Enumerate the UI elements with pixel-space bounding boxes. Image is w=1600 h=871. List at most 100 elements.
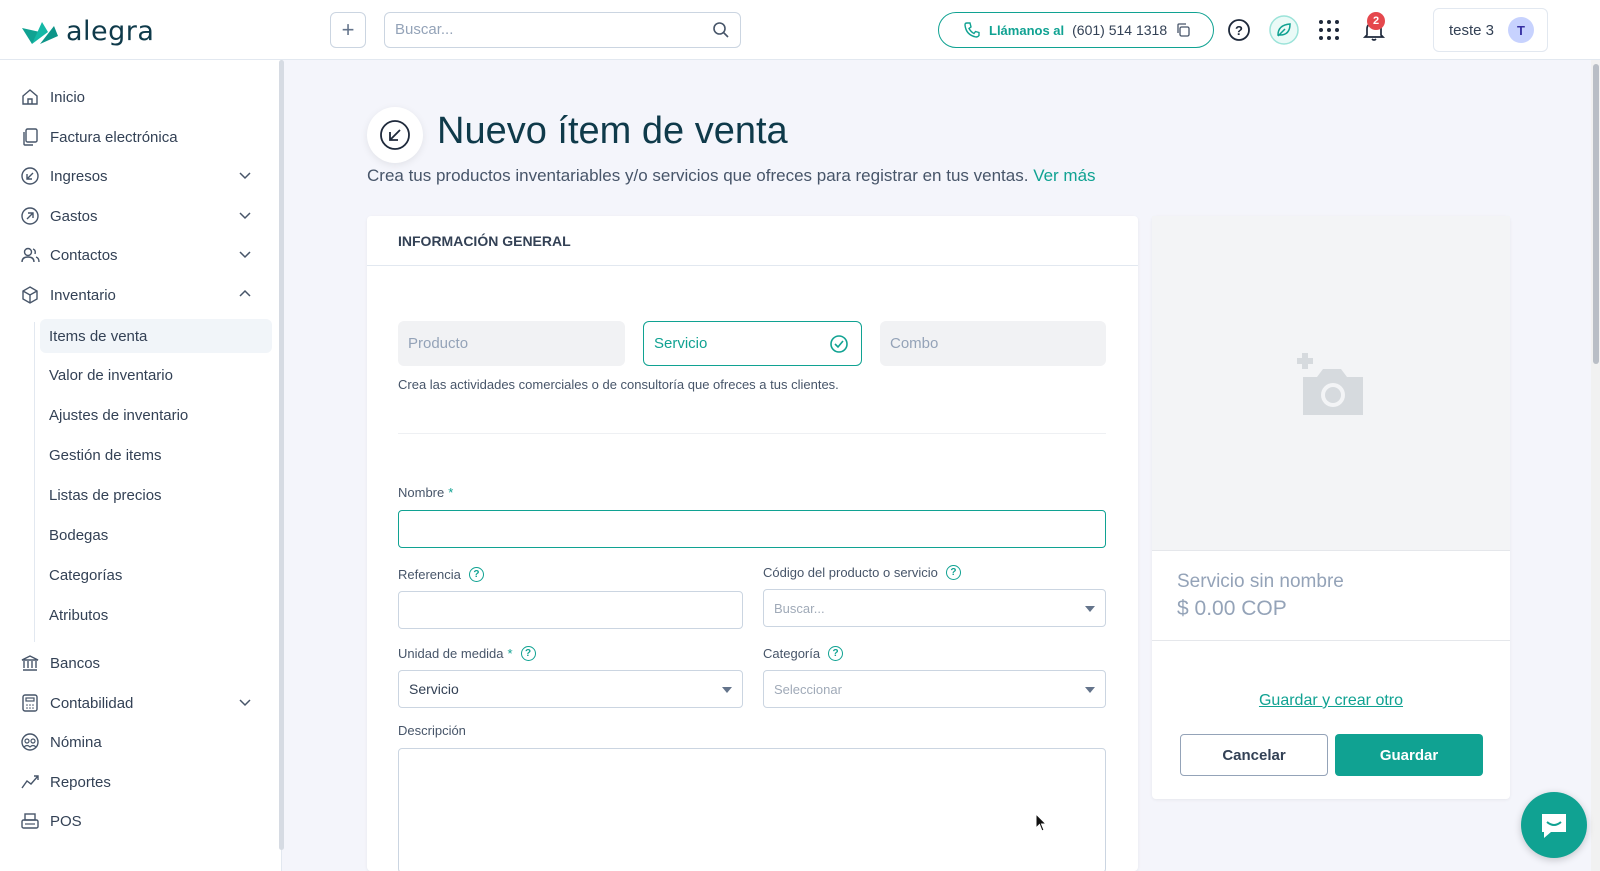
sidebar-item-inventario[interactable]: Inventario	[0, 277, 282, 313]
page-title: Nuevo ítem de venta	[437, 110, 788, 152]
type-option-combo[interactable]: Combo	[880, 321, 1106, 366]
brand-name: alegra	[66, 16, 155, 47]
type-option-servicio[interactable]: Servicio	[643, 321, 862, 366]
sidebar-item-reportes[interactable]: Reportes	[0, 764, 282, 800]
top-header: alegra + Llámanos al (601) 514 1318 ? 2 …	[0, 0, 1600, 60]
sidebar-subitem-bodegas[interactable]: Bodegas	[40, 518, 272, 552]
help-circle-icon[interactable]: ?	[945, 565, 961, 580]
brand-logo[interactable]: alegra	[20, 16, 154, 47]
save-and-create-link[interactable]: Guardar y crear otro	[1152, 692, 1510, 710]
sidebar-item-pos[interactable]: POS	[0, 803, 282, 839]
global-search[interactable]	[384, 12, 741, 48]
help-icon[interactable]: ?	[1223, 14, 1255, 46]
apps-grid-icon[interactable]	[1313, 14, 1345, 46]
search-icon[interactable]	[712, 21, 730, 44]
sidebar-item-label: Nómina	[50, 733, 102, 751]
sidebar-item-label: POS	[50, 812, 82, 830]
name-label-text: Nombre	[398, 485, 445, 500]
cancel-button[interactable]: Cancelar	[1180, 734, 1328, 776]
sidebar-item-contactos[interactable]: Contactos	[0, 237, 282, 273]
category-label: Categoría ?	[763, 646, 844, 661]
back-button[interactable]	[367, 107, 423, 163]
call-number: (601) 514 1318	[1072, 22, 1168, 38]
quick-add-button[interactable]: +	[330, 12, 366, 48]
reference-label: Referencia ?	[398, 567, 484, 582]
call-us-button[interactable]: Llámanos al (601) 514 1318	[938, 12, 1214, 48]
code-label-text: Código del producto o servicio	[763, 565, 938, 580]
description-textarea[interactable]	[398, 748, 1106, 871]
sidebar-subitem-valor-inventario[interactable]: Valor de inventario	[40, 358, 272, 392]
chat-button[interactable]	[1521, 792, 1587, 858]
income-arrow-icon	[20, 166, 40, 186]
chat-bubble-icon	[1542, 814, 1566, 838]
code-select[interactable]: Buscar...	[763, 589, 1106, 627]
help-circle-icon[interactable]: ?	[520, 646, 536, 661]
description-label: Descripción	[398, 723, 466, 738]
document-copy-icon	[20, 127, 40, 147]
ver-mas-link[interactable]: Ver más	[1033, 166, 1095, 185]
svg-text:?: ?	[1235, 23, 1243, 38]
expense-arrow-icon	[20, 206, 40, 226]
pos-register-icon	[20, 811, 40, 831]
caret-down-icon	[1085, 687, 1095, 693]
code-select-placeholder: Buscar...	[774, 600, 825, 616]
section-title: INFORMACIÓN GENERAL	[367, 216, 1138, 266]
sidebar-item-factura[interactable]: Factura electrónica	[0, 119, 282, 155]
preview-name: Servicio sin nombre	[1177, 571, 1344, 592]
help-circle-icon[interactable]: ?	[828, 646, 844, 661]
sidebar-subitem-ajustes[interactable]: Ajustes de inventario	[40, 398, 272, 432]
unit-select[interactable]: Servicio	[398, 670, 743, 708]
name-field[interactable]	[398, 510, 1106, 548]
sidebar-item-label: Gastos	[50, 207, 98, 225]
code-label: Código del producto o servicio ?	[763, 565, 961, 580]
sidebar-item-label: Reportes	[50, 773, 111, 791]
copy-icon[interactable]	[1175, 22, 1191, 38]
caret-down-icon	[722, 687, 732, 693]
help-circle-icon[interactable]: ?	[468, 567, 484, 582]
divider	[398, 433, 1106, 434]
category-select[interactable]: Seleccionar	[763, 670, 1106, 708]
phone-icon	[964, 22, 980, 38]
sidebar-item-nomina[interactable]: Nómina	[0, 724, 282, 760]
category-label-text: Categoría	[763, 646, 821, 661]
sidebar-scrollbar[interactable]	[279, 60, 284, 850]
sidebar-item-label: Inventario	[50, 286, 116, 304]
sidebar-item-label: Factura electrónica	[50, 128, 178, 146]
submenu-guide	[34, 322, 35, 642]
sidebar-subitem-atributos[interactable]: Atributos	[40, 598, 272, 632]
required-mark: *	[448, 485, 454, 500]
contacts-icon	[20, 245, 40, 265]
reference-field[interactable]	[398, 591, 743, 629]
chart-line-icon	[20, 772, 40, 792]
divider	[1152, 640, 1510, 641]
home-icon	[20, 87, 40, 107]
sidebar-item-inicio[interactable]: Inicio	[0, 79, 282, 115]
preview-card: Servicio sin nombre $ 0.00 COP Guardar y…	[1152, 216, 1510, 799]
user-menu-button[interactable]: teste 3 T	[1433, 8, 1548, 52]
box-icon	[20, 285, 40, 305]
name-input[interactable]	[399, 511, 1105, 547]
sidebar-item-label: Inicio	[50, 88, 86, 106]
page-scrollbar-thumb[interactable]	[1593, 64, 1599, 364]
sidebar-item-ingresos[interactable]: Ingresos	[0, 158, 282, 194]
sidebar-subitem-items-venta[interactable]: Items de venta	[40, 319, 272, 353]
sidebar-item-bancos[interactable]: Bancos	[0, 645, 282, 681]
sidebar-item-label: Contabilidad	[50, 694, 134, 712]
leaf-icon[interactable]	[1268, 14, 1300, 46]
unit-select-value: Servicio	[409, 681, 459, 697]
search-input[interactable]	[395, 21, 695, 38]
reference-label-text: Referencia	[398, 567, 461, 582]
image-upload-area[interactable]	[1152, 216, 1510, 551]
reference-input[interactable]	[399, 592, 742, 628]
type-option-label: Servicio	[654, 335, 708, 352]
sidebar-subitem-gestion-items[interactable]: Gestión de items	[40, 438, 272, 472]
chevron-down-icon	[239, 212, 251, 220]
type-option-producto[interactable]: Producto	[398, 321, 625, 366]
sidebar-subitem-listas-precios[interactable]: Listas de precios	[40, 478, 272, 512]
sidebar-subitem-categorias[interactable]: Categorías	[40, 558, 272, 592]
notification-badge: 2	[1367, 12, 1385, 30]
sidebar-item-contabilidad[interactable]: Contabilidad	[0, 685, 282, 721]
sidebar-item-gastos[interactable]: Gastos	[0, 198, 282, 234]
mouse-cursor-icon	[1035, 813, 1048, 832]
save-button[interactable]: Guardar	[1335, 734, 1483, 776]
